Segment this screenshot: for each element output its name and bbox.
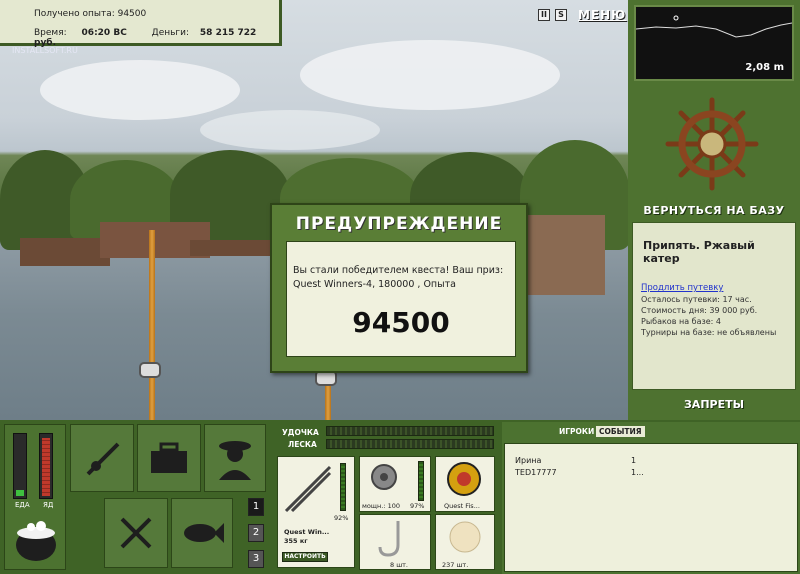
players-list: Ирина 1 TED17777 1... — [504, 443, 798, 572]
hook-card[interactable]: 8 шт. — [359, 514, 431, 570]
location-info: Припять. Ржавый катер Продлить путевку О… — [632, 222, 796, 390]
experience-text: Получено опыта: 94500 — [34, 9, 147, 19]
hook-icon — [378, 521, 400, 557]
boat-wreck — [520, 215, 605, 295]
line-tension-bar — [326, 439, 494, 449]
rod-weight: 355 кг — [284, 537, 308, 545]
depth-graph: 2,08 m — [634, 5, 794, 81]
rod-assembly-slot[interactable] — [70, 424, 134, 492]
tournaments: Турниры на базе: не объявлены — [641, 328, 777, 337]
line-name: Quest Fis... — [444, 502, 480, 510]
day-cost: Стоимость дня: 39 000 руб. — [641, 306, 758, 315]
tune-button[interactable]: НАСТРОИТЬ — [282, 552, 328, 562]
list-item[interactable]: TED17777 1... — [515, 468, 785, 477]
warning-dialog[interactable]: ПРЕДУПРЕЖДЕНИЕ Вы стали победителем квес… — [270, 203, 528, 373]
dialog-experience-number: 94500 — [352, 306, 450, 339]
cloud — [40, 60, 240, 120]
player-value: 1 — [631, 456, 637, 465]
cloud — [300, 40, 560, 110]
fish-icon — [184, 523, 224, 543]
money-value: 58 215 722 руб. — [34, 28, 257, 48]
sound-icon[interactable]: S — [555, 9, 567, 21]
rod-icon — [86, 442, 120, 476]
rod-name: Quest Win... — [284, 528, 330, 536]
player-name: Ирина — [515, 456, 542, 465]
fork-knife-icon — [120, 517, 152, 549]
pause-icon[interactable]: II — [538, 9, 550, 21]
bait-count: 237 шт. — [442, 561, 469, 569]
reel-power: мощн.: 100 — [362, 502, 400, 510]
rod-slot-1-button[interactable]: 1 — [248, 498, 264, 516]
ship-wheel-icon[interactable] — [664, 96, 760, 192]
rod-percent: 92% — [334, 514, 349, 522]
line-tension-label: ЛЕСКА — [288, 440, 317, 449]
character-slot[interactable] — [204, 424, 266, 492]
time-label: Время: — [34, 28, 67, 38]
anglers-count: Рыбаков на базе: 4 — [641, 317, 721, 326]
rod-slot-2-button[interactable]: 2 — [248, 524, 264, 542]
rod-tension-bar — [326, 426, 494, 436]
poison-bar — [39, 433, 53, 499]
return-to-base-button[interactable]: ВЕРНУТЬСЯ НА БАЗУ — [628, 204, 800, 217]
cloud — [200, 110, 380, 150]
reel — [139, 362, 161, 378]
food-label: ЕДА — [15, 501, 30, 509]
reel-percent: 97% — [410, 502, 425, 510]
time-value: 06:20 ВС — [81, 28, 127, 38]
food-bar — [13, 433, 27, 499]
depth-value: 2,08 m — [745, 62, 784, 73]
status-panel: ЕДА ЯД — [4, 424, 66, 570]
extend-trip-link[interactable]: Продлить путевку — [641, 283, 723, 293]
tackle-box-icon — [151, 442, 187, 473]
menu-button[interactable]: МЕНЮ — [578, 8, 626, 22]
reel-condition-bar — [418, 461, 424, 501]
boat-wreck — [190, 240, 270, 256]
rod-tension-label: УДОЧКА — [282, 428, 319, 437]
fishing-rod[interactable] — [149, 230, 155, 420]
hook-count: 8 шт. — [390, 561, 409, 569]
dialog-body: Вы стали победителем квеста! Ваш приз: Q… — [286, 241, 516, 357]
reel-icon — [371, 464, 397, 490]
line-spool-icon — [447, 462, 481, 496]
bans-button[interactable]: ЗАПРЕТЫ — [628, 398, 800, 411]
eat-slot[interactable] — [104, 498, 168, 568]
boat-wreck — [20, 238, 110, 266]
money-label: Деньги: — [151, 28, 190, 38]
bait-card[interactable]: 237 шт. — [435, 514, 495, 570]
bait-icon — [449, 521, 481, 553]
tab-players[interactable]: ИГРОКИ — [556, 426, 597, 437]
fish-keepnet-slot[interactable] — [171, 498, 233, 568]
cauldron-icon[interactable] — [11, 515, 61, 565]
player-value: 1... — [631, 468, 644, 477]
reel-card[interactable]: мощн.: 100 97% — [359, 456, 431, 512]
line-card[interactable]: Quest Fis... — [435, 456, 495, 512]
trip-remaining: Осталось путевки: 17 час. — [641, 295, 752, 304]
rod-slot-3-button[interactable]: 3 — [248, 550, 264, 568]
rod-icon — [284, 465, 332, 513]
list-item[interactable]: Ирина 1 — [515, 456, 785, 465]
dialog-message: Вы стали победителем квеста! Ваш приз: Q… — [293, 265, 504, 290]
dialog-title: ПРЕДУПРЕЖДЕНИЕ — [295, 214, 503, 234]
poison-label: ЯД — [43, 501, 54, 509]
player-name: TED17777 — [515, 468, 557, 477]
time-money-line: Время: 06:20 ВС Деньги: 58 215 722 руб. — [34, 28, 279, 48]
player-info-panel: Получено опыта: 94500 Время: 06:20 ВС Де… — [0, 0, 282, 48]
rod-condition-bar — [340, 463, 346, 511]
tackle-box-slot[interactable] — [137, 424, 201, 492]
location-title: Припять. Ржавый катер — [643, 239, 755, 265]
fisherman-icon — [219, 441, 251, 480]
tab-events[interactable]: СОБЫТИЯ — [596, 426, 645, 437]
